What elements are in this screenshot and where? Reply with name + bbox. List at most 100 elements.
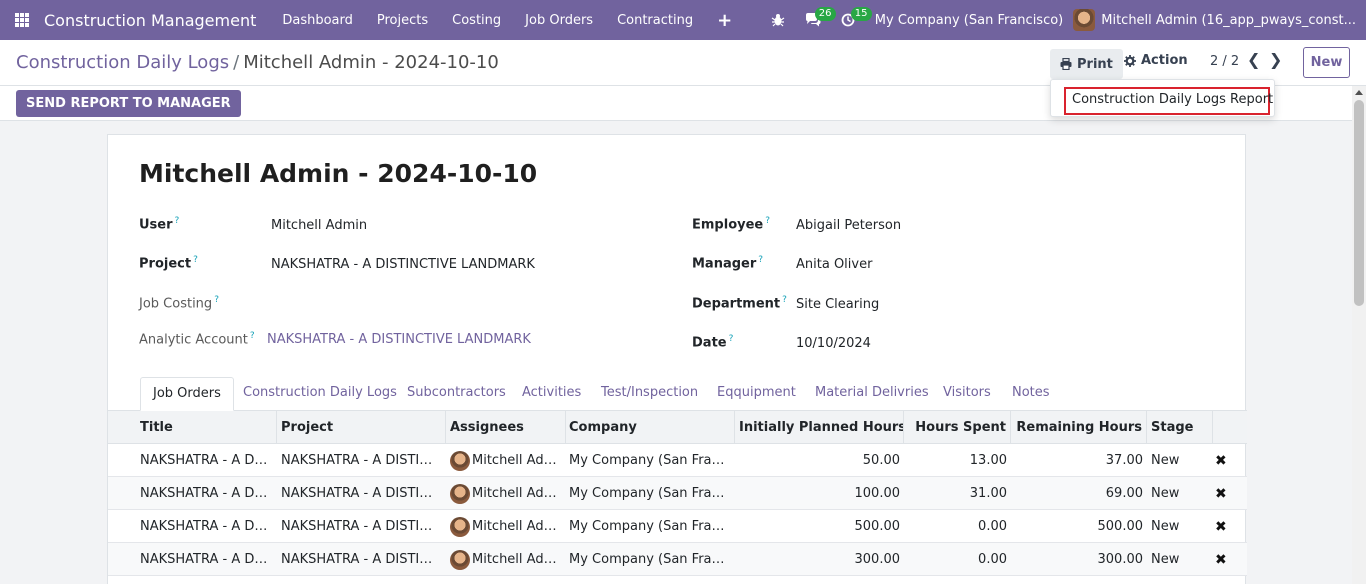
user-field-value[interactable]: Mitchell Admin: [271, 218, 367, 233]
cell-remaining-hours: 37.00: [1105, 453, 1143, 468]
cell-planned-hours: 500.00: [854, 519, 901, 534]
pager-next-icon[interactable]: ❯: [1269, 50, 1282, 69]
daily-logs-report-menu-item[interactable]: Construction Daily Logs Report: [1064, 87, 1273, 115]
page-scrollbar[interactable]: [1352, 86, 1366, 584]
scroll-up-arrow-icon[interactable]: [1355, 90, 1363, 95]
tab-visitors[interactable]: Visitors: [943, 377, 991, 411]
analytic-account-field-label: Analytic Account?: [139, 331, 255, 348]
table-row[interactable]: NAKSHATRA - A DIS... NAKSHATRA - A DISTI…: [108, 543, 1247, 576]
column-stage-header[interactable]: Stage: [1146, 411, 1213, 444]
delete-row-icon[interactable]: ✖: [1215, 519, 1227, 535]
breadcrumb: Construction Daily Logs / Mitchell Admin -…: [16, 52, 499, 73]
cell-assignees: Mitchell Admin: [445, 477, 565, 510]
tab-notes[interactable]: Notes: [1012, 377, 1050, 411]
column-remaining-hours-header[interactable]: Remaining Hours: [1010, 411, 1147, 444]
date-field-value[interactable]: 10/10/2024: [796, 336, 871, 351]
breadcrumb-current: Mitchell Admin - 2024-10-10: [243, 52, 499, 73]
tab-test-inspection[interactable]: Test/Inspection: [601, 377, 698, 411]
employee-field-value[interactable]: Abigail Peterson: [796, 218, 901, 233]
cell-company: My Company (San Francis...: [569, 486, 734, 501]
help-icon[interactable]: ?: [765, 216, 770, 226]
table-header-row: Title Project Assignees Company Initiall…: [108, 411, 1247, 444]
assignee-avatar: [450, 483, 470, 504]
column-hours-spent-header[interactable]: Hours Spent: [903, 411, 1011, 444]
menu-contracting[interactable]: Contracting: [605, 0, 705, 40]
breadcrumb-parent-link[interactable]: Construction Daily Logs: [16, 52, 229, 73]
tab-activities[interactable]: Activities: [522, 377, 581, 411]
printer-icon: [1060, 58, 1072, 70]
manager-field-label: Manager?: [692, 255, 764, 272]
cell-company: My Company (San Francis...: [569, 552, 734, 567]
new-button[interactable]: New: [1303, 47, 1350, 78]
table-row[interactable]: NAKSHATRA - A DIS... NAKSHATRA - A DISTI…: [108, 510, 1247, 543]
print-button[interactable]: Print: [1050, 49, 1123, 79]
menu-projects[interactable]: Projects: [365, 0, 440, 40]
cell-assignees: Mitchell Admin: [445, 543, 565, 576]
action-button[interactable]: Action: [1124, 53, 1188, 68]
tab-construction-daily-logs[interactable]: Construction Daily Logs: [243, 377, 397, 411]
cell-stage: New: [1151, 552, 1180, 567]
activities-count-badge: 15: [850, 7, 872, 21]
help-icon[interactable]: ?: [193, 255, 198, 265]
tab-equipment[interactable]: Eqquipment: [717, 377, 796, 411]
action-label: Action: [1141, 53, 1188, 68]
delete-row-icon[interactable]: ✖: [1215, 552, 1227, 568]
menu-dashboard[interactable]: Dashboard: [270, 0, 365, 40]
help-icon[interactable]: ?: [729, 334, 734, 344]
apps-menu-icon[interactable]: [0, 0, 44, 40]
cell-company: My Company (San Francis...: [569, 519, 734, 534]
notebook-tabs: Job Orders Construction Daily Logs Subco…: [108, 377, 1247, 411]
help-icon[interactable]: ?: [175, 216, 180, 226]
cell-project: NAKSHATRA - A DISTINC...: [281, 486, 444, 501]
delete-row-icon[interactable]: ✖: [1215, 453, 1227, 469]
cell-title: NAKSHATRA - A DIS...: [140, 453, 275, 468]
menu-job-orders[interactable]: Job Orders: [513, 0, 605, 40]
cell-assignees: Mitchell Admin: [445, 444, 565, 477]
table-row[interactable]: NAKSHATRA - A DIS... NAKSHATRA - A DISTI…: [108, 444, 1247, 477]
column-assignees-header[interactable]: Assignees: [445, 411, 566, 444]
user-menu[interactable]: Mitchell Admin (16_app_pways_const...: [1073, 9, 1366, 31]
column-title-header[interactable]: Title: [135, 411, 277, 444]
breadcrumb-separator: /: [233, 52, 240, 73]
department-field-label: Department?: [692, 295, 787, 312]
form-sheet: Mitchell Admin - 2024-10-10 User? Mitche…: [107, 134, 1247, 584]
assignee-avatar: [450, 450, 470, 471]
analytic-account-link[interactable]: NAKSHATRA - A DISTINCTIVE LANDMARK: [267, 332, 531, 347]
help-icon[interactable]: ?: [758, 255, 763, 265]
tab-job-orders[interactable]: Job Orders: [140, 377, 234, 411]
column-planned-hours-header[interactable]: Initially Planned Hours: [734, 411, 904, 444]
help-icon[interactable]: ?: [782, 295, 787, 305]
pager-previous-icon[interactable]: ❮: [1247, 50, 1260, 69]
record-title: Mitchell Admin - 2024-10-10: [139, 159, 538, 188]
scrollbar-thumb[interactable]: [1354, 100, 1364, 306]
company-switcher[interactable]: My Company (San Francisco): [865, 13, 1073, 28]
menu-costing[interactable]: Costing: [440, 0, 513, 40]
add-menu-icon[interactable]: +: [705, 10, 744, 31]
user-name: Mitchell Admin (16_app_pways_const...: [1101, 12, 1356, 28]
messages-icon[interactable]: 26: [795, 0, 836, 40]
cell-company: My Company (San Francis...: [569, 453, 734, 468]
delete-row-icon[interactable]: ✖: [1215, 486, 1227, 502]
cell-stage: New: [1151, 453, 1180, 468]
pager-value[interactable]: 2 / 2: [1210, 54, 1239, 69]
department-field-value[interactable]: Site Clearing: [796, 297, 879, 312]
cell-title: NAKSHATRA - A DIS...: [140, 486, 275, 501]
table-row[interactable]: NAKSHATRA - A DIS... NAKSHATRA - A DISTI…: [108, 477, 1247, 510]
column-project-header[interactable]: Project: [276, 411, 446, 444]
help-icon[interactable]: ?: [214, 295, 219, 305]
column-company-header[interactable]: Company: [564, 411, 735, 444]
cell-planned-hours: 50.00: [862, 453, 900, 468]
cell-stage: New: [1151, 486, 1180, 501]
top-navbar: Construction Management Dashboard Projec…: [0, 0, 1366, 40]
manager-field-value[interactable]: Anita Oliver: [796, 257, 872, 272]
tab-subcontractors[interactable]: Subcontractors: [407, 377, 506, 411]
activities-clock-icon[interactable]: 15: [831, 0, 872, 40]
help-icon[interactable]: ?: [250, 331, 255, 341]
cell-project: NAKSHATRA - A DISTINC...: [281, 552, 444, 567]
debug-bug-icon[interactable]: [761, 0, 795, 40]
send-report-to-manager-button[interactable]: SEND REPORT TO MANAGER: [16, 90, 241, 117]
tab-material-deliveries[interactable]: Material Delivries: [815, 377, 929, 411]
project-field-value[interactable]: NAKSHATRA - A DISTINCTIVE LANDMARK: [271, 257, 535, 272]
cell-planned-hours: 100.00: [854, 486, 901, 501]
app-title[interactable]: Construction Management: [44, 11, 270, 30]
